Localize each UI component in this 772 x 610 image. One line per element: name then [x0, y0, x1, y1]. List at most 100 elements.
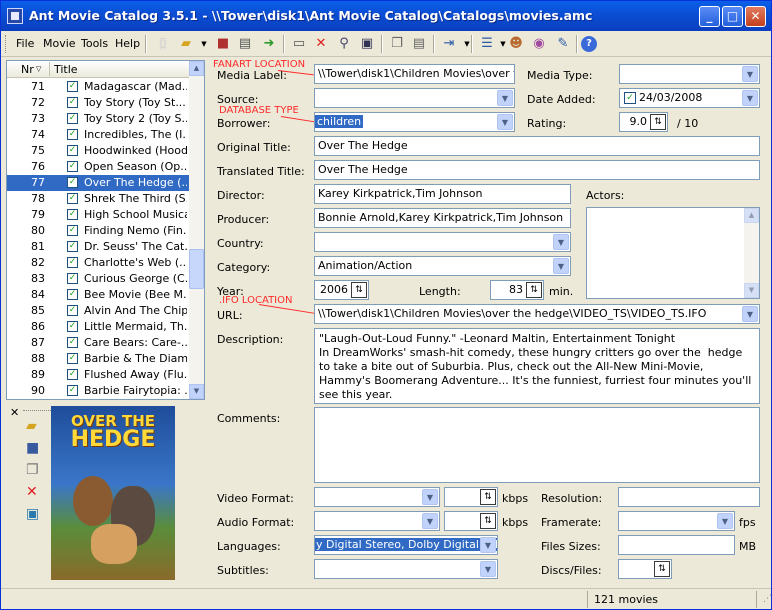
borrower-select[interactable]: children ▼	[314, 112, 515, 132]
copy-icon[interactable]: ❐	[26, 462, 42, 478]
chevron-down-icon[interactable]: ▼	[553, 258, 569, 274]
column-title-header[interactable]: Title	[54, 63, 78, 76]
spinner-arrows-icon[interactable]: ⇅	[480, 513, 496, 529]
delete-icon[interactable]: ✕	[311, 34, 331, 54]
title-bar[interactable]: Ant Movie Catalog 3.5.1 - \\Tower\disk1\…	[1, 1, 771, 31]
list-item[interactable]: 85 ✓ Alvin And The Chip...	[7, 303, 189, 319]
list-item[interactable]: 76 ✓ Open Season (Op...	[7, 159, 189, 175]
row-checkbox[interactable]: ✓	[67, 209, 78, 220]
list-item[interactable]: 82 ✓ Charlotte's Web (...	[7, 255, 189, 271]
media-type-select[interactable]: ▼	[619, 64, 760, 84]
list-item[interactable]: 72 ✓ Toy Story (Toy St...	[7, 95, 189, 111]
list-item[interactable]: 78 ✓ Shrek The Third (S...	[7, 191, 189, 207]
video-bitrate-spinner[interactable]: ⇅	[444, 487, 498, 507]
spinner-arrows-icon[interactable]: ⇅	[480, 489, 496, 505]
toolbar-grip[interactable]	[5, 35, 8, 53]
row-checkbox[interactable]: ✓	[67, 337, 78, 348]
list-item[interactable]: 83 ✓ Curious George (C...	[7, 271, 189, 287]
length-spinner[interactable]: 83 ⇅	[490, 280, 544, 300]
resize-grip-icon[interactable]: ⋰	[756, 591, 771, 608]
row-checkbox[interactable]: ✓	[67, 321, 78, 332]
list-item[interactable]: 81 ✓ Dr. Seuss' The Cat...	[7, 239, 189, 255]
find-icon[interactable]: ⚲	[334, 34, 354, 54]
row-checkbox[interactable]: ✓	[67, 129, 78, 140]
spinner-arrows-icon[interactable]: ⇅	[650, 114, 666, 130]
original-title-field[interactable]: Over The Hedge	[314, 136, 760, 156]
chevron-down-icon[interactable]: ▼	[742, 90, 758, 106]
scroll-down-icon[interactable]: ▼	[744, 283, 759, 298]
row-checkbox[interactable]: ✓	[67, 145, 78, 156]
audio-format-select[interactable]: ▼	[314, 511, 440, 531]
row-checkbox[interactable]: ✓	[67, 241, 78, 252]
url-field[interactable]: \\Tower\disk1\Children Movies\over the h…	[314, 304, 760, 324]
row-checkbox[interactable]: ✓	[67, 81, 78, 92]
date-added-field[interactable]: ✓ 24/03/2008 ▼	[619, 88, 760, 108]
list-item[interactable]: 80 ✓ Finding Nemo (Fin...	[7, 223, 189, 239]
row-checkbox[interactable]: ✓	[67, 289, 78, 300]
chevron-down-icon[interactable]: ▼	[480, 537, 496, 553]
open-folder-icon[interactable]: ▰	[176, 34, 196, 54]
disc-icon[interactable]: ◉	[529, 34, 549, 54]
discs-files-spinner[interactable]: ⇅	[618, 559, 672, 579]
save-icon[interactable]: ■	[26, 440, 42, 456]
media-label-field[interactable]: \\Tower\disk1\Children Movies\over the h	[314, 64, 515, 84]
list-item[interactable]: 84 ✓ Bee Movie (Bee M...	[7, 287, 189, 303]
languages-select[interactable]: y Digital Stereo, Dolby Digital 5.1 ▼	[314, 535, 498, 555]
column-divider[interactable]	[49, 62, 50, 76]
translated-title-field[interactable]: Over The Hedge	[314, 160, 760, 180]
import-dropdown-icon[interactable]: ▼	[457, 34, 477, 54]
help-icon[interactable]: ?	[581, 36, 597, 52]
scroll-down-icon[interactable]: ▼	[189, 384, 204, 399]
print-icon[interactable]: ▤	[235, 34, 255, 54]
country-select[interactable]: ▼	[314, 232, 571, 252]
chevron-down-icon[interactable]: ▼	[422, 513, 438, 529]
category-select[interactable]: Animation/Action ▼	[314, 256, 571, 276]
scroll-up-icon[interactable]: ▲	[189, 61, 204, 76]
movie-list[interactable]: Nr ▽ Title 71 ✓ Madagascar (Mad... 72 ✓ Toy S…	[6, 60, 205, 400]
row-checkbox[interactable]: ✓	[67, 369, 78, 380]
close-panel-icon[interactable]: ✕	[10, 406, 19, 419]
list-item[interactable]: 88 ✓ Barbie & The Diam...	[7, 351, 189, 367]
list-scrollbar[interactable]: ▲ ▼	[189, 61, 204, 399]
list-item[interactable]: 74 ✓ Incredibles, The (I...	[7, 127, 189, 143]
add-movie-icon[interactable]: ▭	[289, 34, 309, 54]
minimize-button[interactable]: _	[699, 6, 720, 27]
column-nr-header[interactable]: Nr	[21, 63, 34, 76]
list-item[interactable]: 86 ✓ Little Mermaid, Th...	[7, 319, 189, 335]
director-field[interactable]: Karey Kirkpatrick,Tim Johnson	[314, 184, 571, 204]
row-checkbox[interactable]: ✓	[67, 385, 78, 396]
framerate-select[interactable]: ▼	[618, 511, 735, 531]
producer-field[interactable]: Bonnie Arnold,Karey Kirkpatrick,Tim John…	[314, 208, 571, 228]
save-icon[interactable]: ■	[213, 34, 233, 54]
new-file-icon[interactable]: ▯	[153, 34, 173, 54]
list-item[interactable]: 87 ✓ Care Bears: Care-...	[7, 335, 189, 351]
copy-icon[interactable]: ❐	[387, 34, 407, 54]
row-checkbox[interactable]: ✓	[67, 257, 78, 268]
comments-field[interactable]	[314, 407, 760, 483]
chevron-down-icon[interactable]: ▼	[497, 90, 513, 106]
source-select[interactable]: ▼	[314, 88, 515, 108]
row-checkbox[interactable]: ✓	[67, 225, 78, 236]
audio-bitrate-spinner[interactable]: ⇅	[444, 511, 498, 531]
users-icon[interactable]: ☻	[506, 34, 526, 54]
row-checkbox[interactable]: ✓	[67, 177, 78, 188]
open-folder-icon[interactable]: ▰	[26, 418, 42, 434]
chevron-down-icon[interactable]: ▼	[742, 66, 758, 82]
menu-help[interactable]: Help	[115, 37, 140, 50]
list-item[interactable]: 79 ✓ High School Musica...	[7, 207, 189, 223]
menu-tools[interactable]: Tools	[81, 37, 108, 50]
picture-icon[interactable]: ▣	[26, 506, 42, 522]
chevron-down-icon[interactable]: ▼	[717, 513, 733, 529]
arrow-right-icon[interactable]: ➜	[259, 34, 279, 54]
list-item[interactable]: 77 ✓ Over The Hedge (...	[7, 175, 189, 191]
row-checkbox[interactable]: ✓	[67, 353, 78, 364]
scroll-up-icon[interactable]: ▲	[744, 208, 759, 223]
description-field[interactable]: "Laugh-Out-Loud Funny." -Leonard Maltin,…	[314, 328, 760, 404]
actors-scrollbar[interactable]: ▲ ▼	[744, 208, 759, 298]
spinner-arrows-icon[interactable]: ⇅	[654, 561, 670, 577]
files-sizes-field[interactable]	[618, 535, 735, 555]
maximize-button[interactable]: □	[722, 6, 743, 27]
checkbox-checked-icon[interactable]: ✓	[624, 92, 636, 104]
chevron-down-icon[interactable]: ▼	[422, 489, 438, 505]
list-item[interactable]: 75 ✓ Hoodwinked (Hood...	[7, 143, 189, 159]
